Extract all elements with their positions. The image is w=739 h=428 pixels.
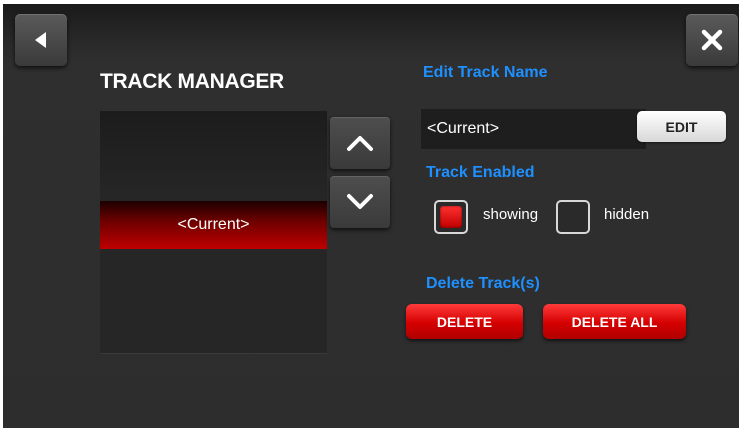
track-list[interactable]: <Current> — [100, 111, 327, 354]
page-title: TRACK MANAGER — [100, 70, 284, 93]
showing-checkbox[interactable] — [434, 200, 468, 234]
track-item-label: <Current> — [177, 216, 250, 233]
delete-button[interactable]: DELETE — [406, 304, 523, 339]
chevron-up-icon — [347, 136, 373, 151]
close-x-icon — [701, 29, 723, 51]
showing-label: showing — [483, 206, 539, 223]
edit-button[interactable]: EDIT — [637, 111, 726, 142]
back-triangle-icon — [35, 32, 46, 48]
hidden-label: hidden — [604, 206, 650, 223]
hidden-checkbox[interactable] — [556, 200, 590, 234]
delete-all-button[interactable]: DELETE ALL — [543, 304, 686, 339]
move-down-button[interactable] — [330, 176, 390, 228]
track-name-input[interactable] — [421, 109, 646, 149]
close-button[interactable] — [686, 14, 738, 66]
track-enabled-label: Track Enabled — [426, 164, 535, 181]
delete-tracks-label: Delete Track(s) — [426, 275, 540, 292]
back-button[interactable] — [15, 14, 67, 66]
track-manager-screen: TRACK MANAGER <Current> Edit Track Name … — [3, 4, 739, 428]
checkbox-checked-fill — [440, 206, 462, 228]
edit-track-name-label: Edit Track Name — [423, 64, 548, 81]
track-list-item-selected[interactable]: <Current> — [100, 201, 327, 249]
chevron-down-icon — [347, 194, 373, 209]
move-up-button[interactable] — [330, 117, 390, 169]
